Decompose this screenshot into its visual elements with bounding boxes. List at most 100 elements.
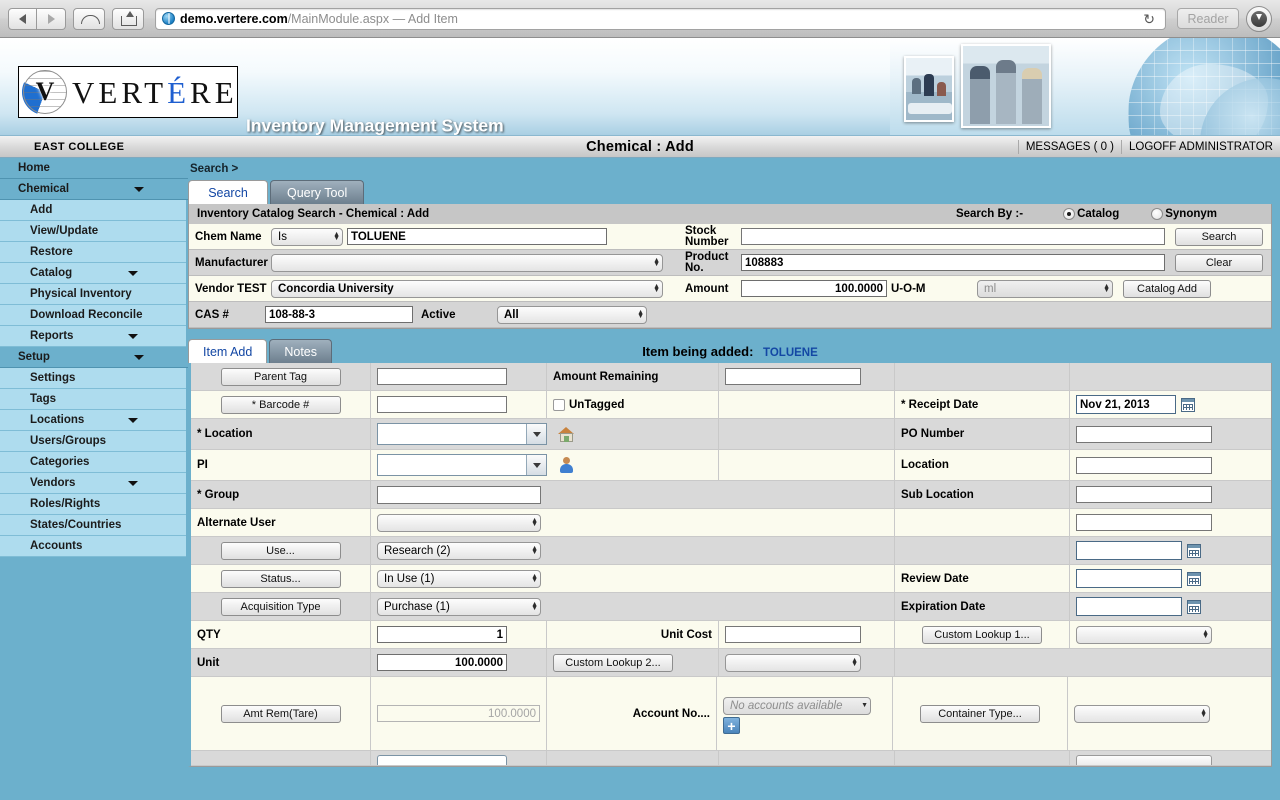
group-input[interactable] xyxy=(377,485,541,504)
alternate-user-select[interactable]: ▲ ▼ xyxy=(377,513,541,532)
status-select[interactable]: In Use (1) ▲ ▼ xyxy=(377,569,541,588)
radio-catalog[interactable]: Catalog xyxy=(1063,208,1119,220)
pi-dropdown-button[interactable] xyxy=(526,455,546,475)
amt-rem-tare-button[interactable]: Amt Rem(Tare) xyxy=(220,704,341,723)
sidebar-item-locations[interactable]: Locations xyxy=(0,410,186,431)
forward-button[interactable] xyxy=(37,7,66,30)
chevron-down-icon xyxy=(128,480,138,486)
back-button[interactable] xyxy=(8,7,37,30)
sidebar-item-view-update[interactable]: View/Update xyxy=(0,221,186,242)
cas-input[interactable] xyxy=(265,306,413,323)
unit-input[interactable] xyxy=(377,654,507,671)
pi-input[interactable] xyxy=(378,455,526,475)
stock-number-input[interactable] xyxy=(741,228,1165,245)
receipt-date-input[interactable] xyxy=(1076,395,1176,414)
custom-lookup-2-button[interactable]: Custom Lookup 2... xyxy=(553,653,673,672)
chem-name-input[interactable] xyxy=(347,228,607,245)
tab-item-add[interactable]: Item Add xyxy=(188,339,268,363)
tab-notes[interactable]: Notes xyxy=(269,339,332,363)
sidebar-item-home[interactable]: Home xyxy=(0,158,188,179)
sidebar-item-states-countries[interactable]: States/Countries xyxy=(0,515,186,536)
custom-lookup-1-button[interactable]: Custom Lookup 1... xyxy=(922,625,1042,644)
custom-lookup-1-select[interactable]: ▲ ▼ xyxy=(1076,625,1212,644)
product-no-input[interactable] xyxy=(741,254,1165,271)
status-button[interactable]: Status... xyxy=(220,569,341,588)
sidebar-item-roles-rights[interactable]: Roles/Rights xyxy=(0,494,186,515)
calendar-icon[interactable] xyxy=(1187,571,1201,586)
use-button[interactable]: Use... xyxy=(220,541,341,560)
barcode-button[interactable]: * Barcode # xyxy=(220,395,341,414)
sidebar-item-physical-inventory[interactable]: Physical Inventory xyxy=(0,284,186,305)
sub-location-input[interactable] xyxy=(1076,486,1212,503)
expiration-date-input[interactable] xyxy=(1076,597,1182,616)
parent-tag-button[interactable]: Parent Tag xyxy=(220,367,341,386)
blank-date-input[interactable] xyxy=(1076,514,1212,531)
use-select[interactable]: Research (2) ▲ ▼ xyxy=(377,541,541,560)
calendar-icon[interactable] xyxy=(1187,599,1201,614)
sidebar-nav: Home Chemical Add View/Update Restore Ca… xyxy=(0,158,188,798)
sidebar-item-categories[interactable]: Categories xyxy=(0,452,186,473)
clear-button[interactable]: Clear xyxy=(1175,253,1263,272)
amount-input[interactable] xyxy=(741,280,887,297)
sidebar-item-tags[interactable]: Tags xyxy=(0,389,186,410)
sidebar-item-setup[interactable]: Setup xyxy=(0,347,188,368)
tab-query-tool[interactable]: Query Tool xyxy=(270,180,365,204)
search-row-chem-name: Chem Name Is ▲ ▼ xyxy=(189,224,679,250)
icloud-tabs-button[interactable] xyxy=(73,7,105,30)
reader-button[interactable]: Reader xyxy=(1177,8,1239,29)
vendor-select[interactable]: Concordia University ▲ ▼ xyxy=(271,279,663,298)
person-icon[interactable] xyxy=(559,457,574,473)
location-dropdown-button[interactable] xyxy=(526,424,546,444)
downloads-button[interactable] xyxy=(1246,5,1272,32)
sidebar-item-restore[interactable]: Restore xyxy=(0,242,186,263)
tab-search[interactable]: Search xyxy=(188,180,268,204)
sidebar-item-download-reconcile[interactable]: Download Reconcile xyxy=(0,305,186,326)
sidebar-item-settings[interactable]: Settings xyxy=(0,368,186,389)
sidebar-item-vendors[interactable]: Vendors xyxy=(0,473,186,494)
cell-untagged[interactable]: UnTagged xyxy=(547,391,719,418)
pi-combobox[interactable] xyxy=(377,454,547,476)
blank-date-input-2[interactable] xyxy=(1076,541,1182,560)
untagged-checkbox[interactable] xyxy=(553,398,565,411)
po-number-input[interactable] xyxy=(1076,425,1212,443)
parent-tag-input[interactable] xyxy=(377,368,507,385)
reload-icon[interactable]: ↻ xyxy=(1139,12,1159,26)
qty-input[interactable] xyxy=(377,626,507,643)
address-bar[interactable]: demo.vertere.com/MainModule.aspx — Add I… xyxy=(155,7,1166,30)
uom-select[interactable]: ml ▲ ▼ xyxy=(977,279,1113,298)
location-input[interactable] xyxy=(378,424,526,444)
radio-synonym-icon xyxy=(1151,208,1164,220)
house-icon[interactable] xyxy=(558,426,575,442)
container-type-select[interactable]: ▲ ▼ xyxy=(1074,704,1210,723)
add-account-button[interactable]: + xyxy=(723,717,740,734)
radio-synonym[interactable]: Synonym xyxy=(1151,208,1217,220)
cell-blank-18 xyxy=(895,649,1070,676)
location2-input[interactable] xyxy=(1076,456,1212,474)
sidebar-item-add[interactable]: Add xyxy=(0,200,186,221)
account-no-select[interactable]: No accounts available ▼ xyxy=(723,697,871,715)
sidebar-item-catalog[interactable]: Catalog xyxy=(0,263,186,284)
container-type-button[interactable]: Container Type... xyxy=(920,704,1040,723)
unit-cost-input[interactable] xyxy=(725,626,861,643)
catalog-add-button[interactable]: Catalog Add xyxy=(1123,279,1211,298)
sidebar-item-users-groups[interactable]: Users/Groups xyxy=(0,431,186,452)
calendar-icon[interactable] xyxy=(1187,543,1201,558)
chem-name-operator-select[interactable]: Is ▲ ▼ xyxy=(271,227,343,246)
custom-lookup-2-select[interactable]: ▲ ▼ xyxy=(725,653,861,672)
barcode-input[interactable] xyxy=(377,396,507,413)
sidebar-item-accounts[interactable]: Accounts xyxy=(0,536,186,557)
sidebar-item-reports[interactable]: Reports xyxy=(0,326,186,347)
active-select[interactable]: All ▲ ▼ xyxy=(497,305,647,324)
amount-remaining-input[interactable] xyxy=(725,368,861,385)
sidebar-item-chemical[interactable]: Chemical xyxy=(0,179,188,200)
sidebar-item-label: Restore xyxy=(30,246,73,258)
calendar-icon[interactable] xyxy=(1181,397,1195,412)
acquisition-type-select[interactable]: Purchase (1) ▲ ▼ xyxy=(377,597,541,616)
acquisition-type-button[interactable]: Acquisition Type xyxy=(220,597,341,616)
review-date-input[interactable] xyxy=(1076,569,1182,588)
location-combobox[interactable] xyxy=(377,423,547,445)
share-button[interactable] xyxy=(112,7,144,30)
vertere-logo[interactable]: V VERTÉRE xyxy=(18,66,238,118)
manufacturer-select[interactable]: ▲ ▼ xyxy=(271,253,663,272)
search-button[interactable]: Search xyxy=(1175,227,1263,246)
